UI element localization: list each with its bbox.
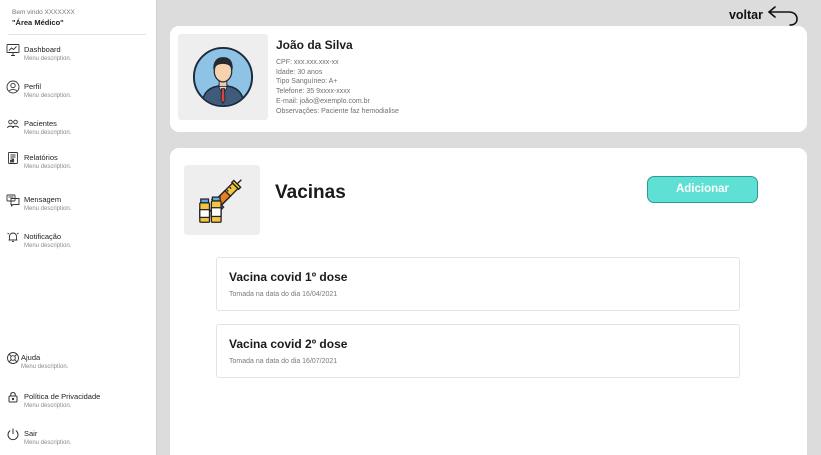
patient-notes: Observações: Paciente faz hemodialise	[276, 107, 399, 115]
sidebar-item-sair[interactable]: Sair Menu description.	[6, 427, 151, 455]
sidebar-item-description: Menu description.	[24, 93, 72, 99]
patient-card: João da Silva CPF: xxx.xxx.xxx-xx Idade:…	[170, 26, 807, 132]
sidebar-item-label: Notificação	[24, 232, 62, 241]
sidebar-item-label: Relatórios	[24, 153, 58, 162]
patient-blood-type: Tipo Sanguíneo: A+	[276, 78, 338, 86]
sidebar-divider	[8, 34, 146, 35]
patient-email: E-mail: joão@exemplo.com.br	[276, 97, 370, 105]
vaccines-title: Vacinas	[275, 182, 346, 203]
sidebar-item-description: Menu description.	[24, 130, 72, 136]
area-label: "Área Médico"	[12, 18, 64, 27]
vaccine-list-item[interactable]: Vacina covid 2º dose Tomada na data do d…	[216, 324, 740, 378]
sidebar-item-ajuda[interactable]: Ajuda Menu description.	[6, 351, 151, 379]
sidebar-item-description: Menu description.	[24, 440, 72, 446]
vaccine-image	[184, 165, 260, 235]
avatar	[178, 34, 268, 120]
sidebar-item-perfil[interactable]: Perfil Menu description.	[6, 80, 151, 108]
sidebar-item-description: Menu description.	[24, 243, 72, 249]
patient-age: Idade: 30 anos	[276, 68, 323, 76]
user-icon	[6, 80, 20, 94]
power-icon	[6, 427, 20, 441]
sidebar-item-label: Perfil	[24, 82, 42, 91]
lock-icon	[6, 390, 20, 404]
vaccine-name: Vacina covid 2º dose	[229, 337, 348, 351]
welcome-text: Bem vindo XXXXXXX	[12, 9, 75, 16]
message-icon	[6, 193, 20, 208]
vaccine-name: Vacina covid 1º dose	[229, 270, 348, 284]
add-vaccine-button[interactable]: Adicionar	[647, 176, 758, 203]
sidebar-item-notificacao[interactable]: Notificação Menu description.	[6, 230, 151, 258]
sidebar-item-dashboard[interactable]: Dashboard Menu description.	[6, 43, 151, 71]
patient-phone: Telefone: 35 9xxxx-xxxx	[276, 88, 351, 96]
back-button[interactable]: voltar	[711, 4, 801, 28]
report-icon	[6, 151, 20, 165]
sidebar-item-label: Sair	[24, 429, 38, 438]
sidebar: Bem vindo XXXXXXX "Área Médico" Dashboar…	[0, 0, 157, 455]
patients-icon	[6, 117, 20, 131]
sidebar-item-relatorios[interactable]: Relatórios Menu description.	[6, 151, 151, 179]
sidebar-item-label: Pacientes	[24, 119, 57, 128]
doctor-avatar-icon	[192, 46, 254, 108]
sidebar-item-mensagem[interactable]: Mensagem Menu description.	[6, 193, 151, 221]
patient-info: CPF: xxx.xxx.xxx-xx Idade: 30 anos Tipo …	[276, 58, 399, 116]
sidebar-item-privacidade[interactable]: Política de Privacidade Menu description…	[6, 390, 151, 418]
help-icon	[6, 351, 20, 365]
back-arrow-icon	[767, 4, 801, 28]
vaccines-card: Vacinas Adicionar Vacina covid 1º dose T…	[170, 148, 807, 455]
notification-icon	[6, 230, 20, 244]
vaccine-date: Tomada na data do dia 16/04/2021	[229, 291, 338, 298]
sidebar-item-description: Menu description.	[24, 206, 72, 212]
vaccine-list-item[interactable]: Vacina covid 1º dose Tomada na data do d…	[216, 257, 740, 311]
back-label: voltar	[728, 8, 763, 22]
sidebar-item-label: Política de Privacidade	[24, 392, 101, 401]
sidebar-item-description: Menu description.	[21, 364, 69, 370]
vaccine-date: Tomada na data do dia 16/07/2021	[229, 358, 338, 365]
dashboard-icon	[6, 43, 20, 57]
sidebar-item-description: Menu description.	[24, 164, 72, 170]
sidebar-item-description: Menu description.	[24, 403, 72, 409]
sidebar-item-label: Mensagem	[24, 195, 62, 204]
sidebar-item-label: Ajuda	[21, 353, 41, 362]
patient-name: João da Silva	[276, 38, 353, 52]
patient-cpf: CPF: xxx.xxx.xxx-xx	[276, 59, 339, 66]
sidebar-item-pacientes[interactable]: Pacientes Menu description.	[6, 117, 151, 145]
sidebar-item-label: Dashboard	[24, 45, 61, 54]
vaccine-icon	[199, 179, 242, 223]
sidebar-item-description: Menu description.	[24, 56, 72, 62]
